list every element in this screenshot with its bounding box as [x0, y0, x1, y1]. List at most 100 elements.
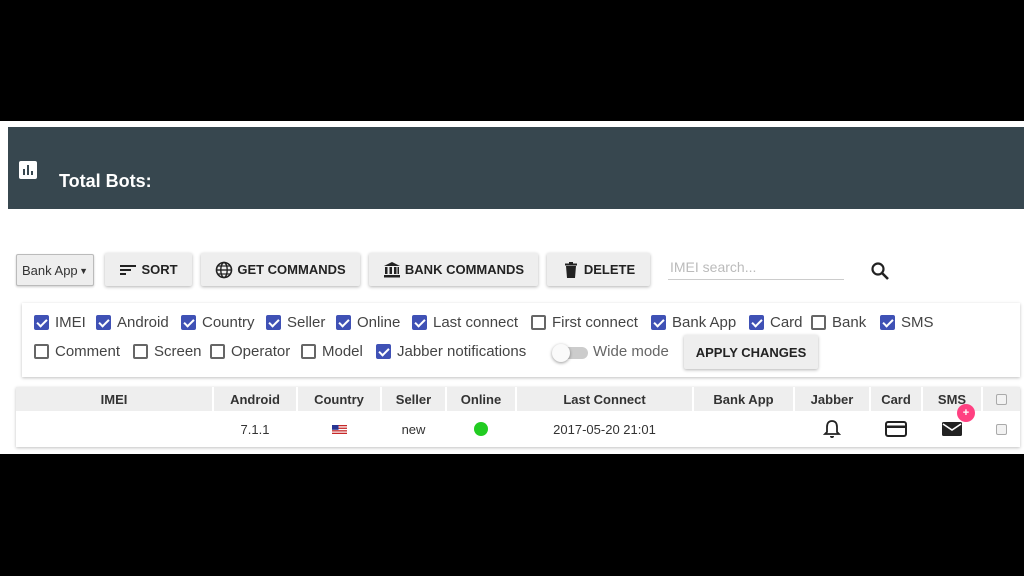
bank-app-select-value: Bank App — [22, 263, 78, 278]
column-header-seller[interactable]: Seller — [382, 387, 445, 411]
sort-button-label: SORT — [141, 262, 178, 277]
globe-icon — [216, 261, 233, 278]
column-header-imei[interactable]: IMEI — [16, 387, 212, 411]
checkbox-country[interactable] — [181, 315, 196, 330]
cell-card — [871, 412, 921, 446]
credit-card-icon[interactable] — [885, 421, 907, 437]
option-sms[interactable]: SMS — [880, 314, 934, 331]
caret-down-icon: ▼ — [79, 266, 88, 276]
cell-last-connect: 2017-05-20 21:01 — [553, 421, 656, 437]
checkbox-imei[interactable] — [34, 315, 49, 330]
bar-chart-icon — [19, 161, 37, 179]
checkbox-seller[interactable] — [266, 315, 281, 330]
delete-button-label: DELETE — [583, 262, 636, 277]
table-row[interactable]: 7.1.1 new 2017-05-20 21:01 + — [16, 404, 1020, 446]
checkbox-bank[interactable] — [811, 315, 826, 330]
column-header-last-connect[interactable]: Last Connect — [517, 387, 692, 411]
checkbox-bank-app[interactable] — [651, 315, 666, 330]
option-screen-label: Screen — [154, 343, 202, 360]
get-commands-button[interactable]: GET COMMANDS — [201, 253, 360, 286]
option-card-label: Card — [770, 314, 803, 331]
cell-imei — [16, 412, 212, 446]
checkbox-screen[interactable] — [133, 344, 148, 359]
checkbox-card[interactable] — [749, 315, 764, 330]
delete-button[interactable]: DELETE — [547, 253, 650, 286]
option-online-label: Online — [357, 314, 401, 331]
sort-button[interactable]: SORT — [105, 253, 192, 286]
trash-icon — [564, 261, 577, 278]
content-area: Bank App ▼ SORT GET COMMANDS BANK COMMAN… — [8, 223, 1024, 454]
checkbox-comment[interactable] — [34, 344, 49, 359]
column-header-jabber[interactable]: Jabber — [795, 387, 869, 411]
imei-search-input[interactable] — [668, 255, 844, 280]
checkbox-android[interactable] — [96, 315, 111, 330]
wide-mode-label-wrap: Wide mode — [593, 343, 669, 360]
checkbox-first-connect[interactable] — [531, 315, 546, 330]
checkbox-model[interactable] — [301, 344, 316, 359]
cell-country — [298, 412, 380, 446]
cell-online — [447, 412, 515, 446]
column-header-select-all — [983, 387, 1020, 411]
online-status-dot — [474, 422, 488, 436]
search-icon[interactable] — [870, 261, 890, 281]
option-screen[interactable]: Screen — [133, 343, 202, 360]
toggle-knob — [552, 344, 570, 362]
option-online[interactable]: Online — [336, 314, 400, 331]
column-header-card[interactable]: Card — [871, 387, 921, 411]
main-panel: Total Bots: Bank App ▼ SORT GET COMMANDS… — [0, 121, 1024, 454]
bots-table: IMEI Android Country Seller Online Last … — [16, 387, 1020, 447]
cell-bank-app — [694, 412, 793, 446]
option-last-connect[interactable]: Last connect — [412, 314, 518, 331]
bank-app-select[interactable]: Bank App ▼ — [16, 254, 94, 286]
toolbar: Bank App ▼ SORT GET COMMANDS BANK COMMAN… — [8, 223, 1024, 293]
option-android[interactable]: Android — [96, 314, 169, 331]
bell-icon[interactable] — [823, 419, 841, 439]
get-commands-button-label: GET COMMANDS — [237, 262, 346, 277]
option-comment-label: Comment — [55, 343, 121, 360]
option-model-label: Model — [322, 343, 363, 360]
column-header-country[interactable]: Country — [298, 387, 380, 411]
checkbox-jabber-notifications[interactable] — [376, 344, 391, 359]
column-header-online[interactable]: Online — [447, 387, 515, 411]
total-bots-title: Total Bots: — [59, 171, 152, 191]
checkbox-sms[interactable] — [880, 315, 895, 330]
table-header: IMEI Android Country Seller Online Last … — [16, 387, 1020, 411]
option-country[interactable]: Country — [181, 314, 255, 331]
column-header-android[interactable]: Android — [214, 387, 296, 411]
option-android-label: Android — [117, 314, 169, 331]
option-first-connect-label: First connect — [552, 314, 638, 331]
mail-icon[interactable] — [941, 421, 963, 437]
option-operator[interactable]: Operator — [210, 343, 290, 360]
option-imei[interactable]: IMEI — [34, 314, 86, 331]
option-sms-label: SMS — [901, 314, 934, 331]
bank-commands-button[interactable]: BANK COMMANDS — [369, 253, 538, 286]
apply-changes-button-label: APPLY CHANGES — [695, 344, 807, 360]
cell-seller: new — [401, 421, 426, 437]
checkbox-last-connect[interactable] — [412, 315, 427, 330]
us-flag-icon — [331, 424, 347, 434]
select-all-checkbox[interactable] — [996, 393, 1007, 405]
option-jabber-notifications-label: Jabber notifications — [397, 343, 527, 360]
bank-icon — [383, 261, 400, 277]
apply-changes-button[interactable]: APPLY CHANGES — [684, 335, 818, 369]
option-bank-app[interactable]: Bank App — [651, 314, 736, 331]
header-bar: Total Bots: — [8, 127, 1024, 209]
row-select-checkbox[interactable] — [996, 423, 1007, 435]
option-first-connect[interactable]: First connect — [531, 314, 638, 331]
option-seller[interactable]: Seller — [266, 314, 325, 331]
option-bank-app-label: Bank App — [672, 314, 737, 331]
option-bank[interactable]: Bank — [811, 314, 866, 331]
screen: Total Bots: Bank App ▼ SORT GET COMMANDS… — [0, 0, 1024, 576]
option-comment[interactable]: Comment — [34, 343, 120, 360]
wide-mode-toggle[interactable] — [552, 344, 588, 362]
option-model[interactable]: Model — [301, 343, 363, 360]
cell-android: 7.1.1 — [240, 421, 270, 437]
column-header-bank-app[interactable]: Bank App — [694, 387, 793, 411]
option-card[interactable]: Card — [749, 314, 803, 331]
checkbox-online[interactable] — [336, 315, 351, 330]
option-imei-label: IMEI — [55, 314, 86, 331]
checkbox-operator[interactable] — [210, 344, 225, 359]
option-jabber-notifications[interactable]: Jabber notifications — [376, 343, 526, 360]
wide-mode-label: Wide mode — [593, 343, 669, 360]
option-bank-label: Bank — [832, 314, 867, 331]
